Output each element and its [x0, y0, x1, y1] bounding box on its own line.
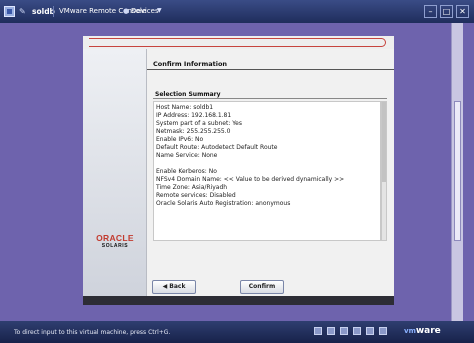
summary-line: Time Zone: Asia/Riyadh	[156, 184, 228, 191]
solaris-logo-text: SOLARIS	[101, 243, 129, 249]
divider	[153, 98, 387, 99]
status-bar: To direct input to this virtual machine,…	[0, 321, 474, 343]
separator	[53, 6, 54, 17]
summary-title: Selection Summary	[155, 91, 221, 98]
vm-scrollbar[interactable]	[451, 23, 463, 321]
summary-line: Default Route: Autodetect Default Route	[156, 144, 278, 151]
installer-content: Confirm Information Selection Summary Ho…	[147, 49, 394, 296]
vm-host-name: soldb	[32, 7, 55, 16]
maximize-button[interactable]: □	[440, 5, 453, 18]
summary-line: Remote services: Disabled	[156, 192, 236, 199]
sound-icon[interactable]	[366, 327, 374, 335]
network-icon[interactable]	[340, 327, 348, 335]
vmware-logo-suffix: ware	[415, 326, 441, 336]
devices-menu[interactable]: Devices	[131, 7, 159, 15]
installer-header	[83, 36, 394, 49]
installer-panel: ORACLE SOLARIS Confirm Information Selec…	[83, 49, 394, 296]
scrollbar-thumb[interactable]	[382, 102, 386, 182]
hard-disk-icon[interactable]	[314, 327, 322, 335]
status-hint: To direct input to this virtual machine,…	[14, 329, 171, 336]
summary-line: Name Service: None	[156, 152, 218, 159]
vmware-logo-prefix: vm	[404, 327, 416, 335]
selection-summary-list[interactable]: Host Name: soldb1 IP Address: 192.168.1.…	[153, 101, 381, 241]
summary-line: Enable Kerberos: No	[156, 168, 217, 175]
title-bar: ✎ soldb VMware Remote Console ● Devices …	[0, 0, 474, 23]
summary-line: System part of a subnet: Yes	[156, 120, 242, 127]
cdrom-icon[interactable]	[327, 327, 335, 335]
vmware-logo: vmware	[404, 326, 464, 338]
separator-dot: ●	[123, 7, 130, 15]
scrollbar-thumb[interactable]	[454, 101, 461, 241]
summary-line: Oracle Solaris Auto Registration: anonym…	[156, 200, 291, 207]
summary-line: Netmask: 255.255.255.0	[156, 128, 231, 135]
summary-line: Host Name: soldb1	[156, 104, 214, 111]
divider	[147, 69, 394, 70]
installer-footer	[83, 296, 394, 305]
summary-line: NFSv4 Domain Name: << Value to be derive…	[156, 176, 345, 183]
installer-window: ORACLE SOLARIS Confirm Information Selec…	[83, 36, 394, 305]
chevron-down-icon[interactable]: ▼	[157, 7, 162, 14]
oracle-stripe	[89, 38, 386, 47]
pin-icon[interactable]: ✎	[19, 7, 26, 17]
vm-app-icon	[4, 6, 15, 17]
oracle-solaris-logo: ORACLE SOLARIS	[90, 233, 140, 249]
close-button[interactable]: ✕	[456, 5, 469, 18]
oracle-logo-text: ORACLE	[96, 233, 134, 243]
page-title: Confirm Information	[153, 60, 228, 68]
back-button[interactable]: ◀ Back	[152, 280, 196, 294]
usb-icon[interactable]	[353, 327, 361, 335]
confirm-button[interactable]: Confirm	[240, 280, 284, 294]
minimize-button[interactable]: –	[424, 5, 437, 18]
summary-line: IP Address: 192.168.1.81	[156, 112, 232, 119]
display-icon[interactable]	[379, 327, 387, 335]
installer-sidebar: ORACLE SOLARIS	[83, 49, 147, 296]
vm-display[interactable]: ORACLE SOLARIS Confirm Information Selec…	[0, 23, 474, 321]
summary-scrollbar[interactable]	[381, 101, 387, 241]
summary-line: Enable IPv6: No	[156, 136, 204, 143]
